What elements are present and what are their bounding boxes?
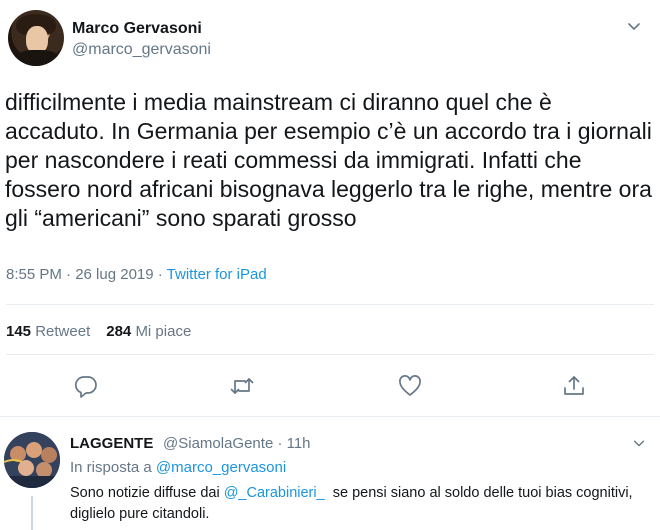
likes-count: 284 xyxy=(106,323,132,340)
in-reply-mention[interactable]: @marco_gervasoni xyxy=(156,459,286,476)
reply-icon[interactable] xyxy=(73,373,99,399)
reply-tweet[interactable]: LAGGENTE @SiamolaGente · 11h In risposta… xyxy=(0,420,660,530)
in-reply-prefix: In risposta a xyxy=(70,459,156,476)
reply-text: Sono notizie diffuse dai @_Carabinieri_ … xyxy=(70,483,650,525)
chevron-down-icon[interactable] xyxy=(632,436,646,450)
retweets-count: 145 xyxy=(6,323,32,340)
reply-handle-time[interactable]: @SiamolaGente · 11h xyxy=(163,435,311,452)
tweet-text: difficilmente i media mainstream ci dira… xyxy=(5,89,652,231)
tweet-actions xyxy=(0,373,660,401)
author-handle[interactable]: @marco_gervasoni xyxy=(72,41,211,59)
divider xyxy=(0,416,660,417)
retweets-label: Retweet xyxy=(35,323,91,340)
author-display-name[interactable]: Marco Gervasoni xyxy=(72,20,202,38)
reply-display-name[interactable]: LAGGENTE xyxy=(70,435,153,452)
in-reply-to: In risposta a @marco_gervasoni xyxy=(70,459,286,476)
reply-text-mention[interactable]: @_Carabinieri_ xyxy=(224,485,325,501)
likes-label: Mi piace xyxy=(135,323,192,340)
avatar[interactable] xyxy=(8,10,64,66)
tweet-stats: 145 Retweet 284 Mi piace xyxy=(6,323,191,340)
divider xyxy=(6,354,654,355)
reply-text-prefix: Sono notizie diffuse dai xyxy=(70,485,224,501)
thread-line xyxy=(31,496,33,530)
likes-stat[interactable]: 284 Mi piace xyxy=(106,323,191,340)
tweet-timestamp[interactable]: 8:55 PM · 26 lug 2019 · xyxy=(6,266,167,283)
retweets-stat[interactable]: 145 Retweet xyxy=(6,323,90,340)
tweet-source-link[interactable]: Twitter for iPad xyxy=(167,266,267,283)
retweet-icon[interactable] xyxy=(229,373,255,399)
group-photo xyxy=(4,432,60,488)
divider xyxy=(6,304,654,305)
heart-icon[interactable] xyxy=(397,373,423,399)
avatar[interactable] xyxy=(4,432,60,488)
tweet-meta: 8:55 PM · 26 lug 2019 · Twitter for iPad xyxy=(6,266,267,283)
share-icon[interactable] xyxy=(561,373,587,399)
tweet-author[interactable]: Marco Gervasoni @marco_gervasoni xyxy=(4,6,656,68)
chevron-down-icon[interactable] xyxy=(626,18,642,34)
